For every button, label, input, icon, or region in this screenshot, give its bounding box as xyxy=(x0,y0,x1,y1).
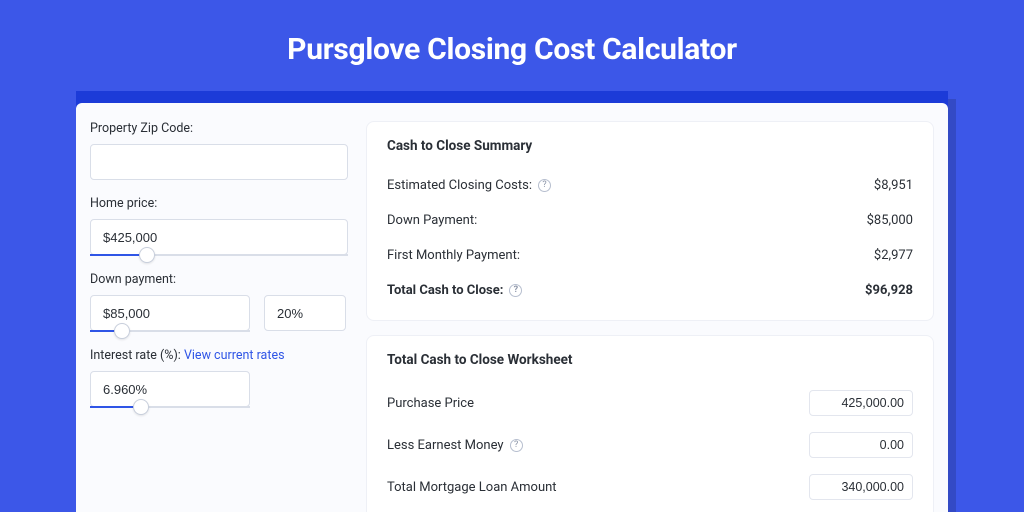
interest-rate-label-text: Interest rate (%): xyxy=(90,348,184,363)
worksheet-row-label: Total Mortgage Loan Amount xyxy=(387,480,557,495)
summary-row: Down Payment: $85,000 xyxy=(387,203,913,238)
summary-row-label: Estimated Closing Costs: xyxy=(387,178,532,193)
home-price-label: Home price: xyxy=(90,196,348,211)
summary-total-row: Total Cash to Close: ? $96,928 xyxy=(387,273,913,308)
interest-rate-label: Interest rate (%): View current rates xyxy=(90,348,348,363)
view-current-rates-link[interactable]: View current rates xyxy=(184,348,285,363)
interest-rate-slider-handle[interactable] xyxy=(133,399,149,415)
down-payment-slider[interactable] xyxy=(90,330,250,332)
summary-total-value: $96,928 xyxy=(865,283,913,298)
down-payment-slider-handle[interactable] xyxy=(114,323,130,339)
worksheet-row: Less Earnest Money ? xyxy=(387,424,913,466)
worksheet-card: Total Cash to Close Worksheet Purchase P… xyxy=(366,335,934,512)
cash-to-close-summary-card: Cash to Close Summary Estimated Closing … xyxy=(366,121,934,321)
worksheet-row: Total Mortgage Loan Amount xyxy=(387,466,913,508)
summary-row: Estimated Closing Costs: ? $8,951 xyxy=(387,168,913,203)
zip-label: Property Zip Code: xyxy=(90,121,348,136)
worksheet-row-value-input[interactable] xyxy=(809,432,913,458)
worksheet-row-value-input[interactable] xyxy=(809,474,913,500)
results-panel: Cash to Close Summary Estimated Closing … xyxy=(366,121,934,512)
help-icon[interactable]: ? xyxy=(510,439,523,452)
down-payment-label: Down payment: xyxy=(90,272,348,287)
worksheet-row-label: Less Earnest Money xyxy=(387,438,504,453)
worksheet-row: Total Second Mortgage Amount xyxy=(387,508,913,512)
down-payment-percent-input[interactable] xyxy=(264,295,346,331)
worksheet-title: Total Cash to Close Worksheet xyxy=(387,352,913,368)
worksheet-row: Purchase Price xyxy=(387,382,913,424)
cash-to-close-summary-title: Cash to Close Summary xyxy=(387,138,913,154)
calculator-outer-card: Property Zip Code: Home price: Down paym… xyxy=(76,91,948,512)
down-payment-field-group: Down payment: xyxy=(90,272,348,332)
interest-rate-field-group: Interest rate (%): View current rates xyxy=(90,348,348,408)
inputs-panel: Property Zip Code: Home price: Down paym… xyxy=(90,121,348,512)
page-title: Pursglove Closing Cost Calculator xyxy=(0,0,1024,91)
summary-row-value: $2,977 xyxy=(874,248,913,263)
worksheet-row-value-input[interactable] xyxy=(809,390,913,416)
summary-row-label: First Monthly Payment: xyxy=(387,248,520,263)
home-price-input[interactable] xyxy=(90,219,348,255)
summary-total-label: Total Cash to Close: xyxy=(387,283,503,298)
zip-field-group: Property Zip Code: xyxy=(90,121,348,180)
down-payment-input[interactable] xyxy=(90,295,250,331)
summary-row-label: Down Payment: xyxy=(387,213,477,228)
summary-row: First Monthly Payment: $2,977 xyxy=(387,238,913,273)
help-icon[interactable]: ? xyxy=(509,284,522,297)
home-price-field-group: Home price: xyxy=(90,196,348,256)
interest-rate-input[interactable] xyxy=(90,371,250,407)
interest-rate-slider[interactable] xyxy=(90,406,250,408)
calculator-inner-card: Property Zip Code: Home price: Down paym… xyxy=(76,103,948,512)
home-price-slider-handle[interactable] xyxy=(139,247,155,263)
summary-row-value: $8,951 xyxy=(874,178,913,193)
summary-row-value: $85,000 xyxy=(867,213,913,228)
worksheet-row-label: Purchase Price xyxy=(387,396,474,411)
zip-input[interactable] xyxy=(90,144,348,180)
help-icon[interactable]: ? xyxy=(538,179,551,192)
home-price-slider[interactable] xyxy=(90,254,348,256)
